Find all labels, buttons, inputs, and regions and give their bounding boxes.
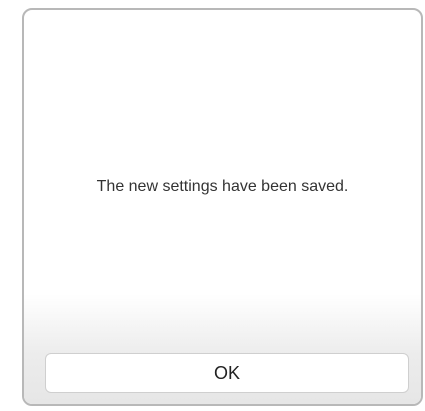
confirmation-dialog: The new settings have been saved. OK: [22, 8, 423, 406]
dialog-message: The new settings have been saved.: [96, 178, 349, 195]
ok-button[interactable]: OK: [45, 353, 409, 393]
